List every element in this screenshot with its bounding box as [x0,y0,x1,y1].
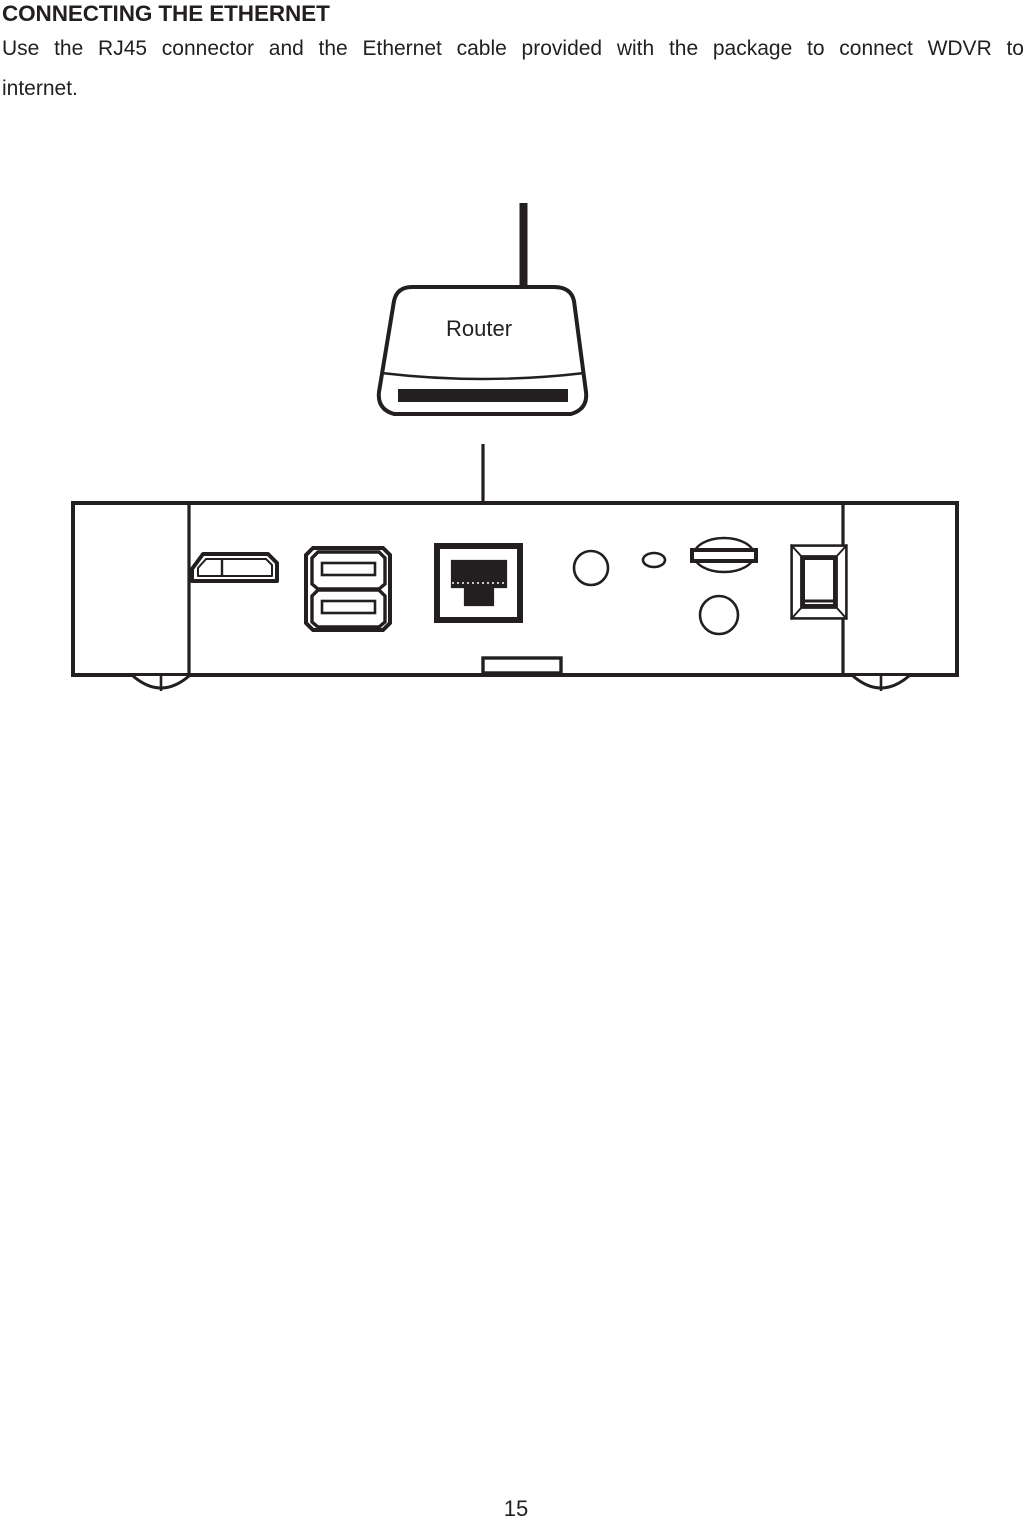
router-label: Router [446,316,513,341]
page-number: 15 [503,1496,529,1521]
av-jack [572,549,610,587]
foot-right [852,674,910,691]
usb-port-group [304,546,392,632]
power-switch[interactable] [789,543,849,621]
foot-left [132,674,190,691]
router-illustration [376,203,589,416]
ethernet-connection-figure: Router [0,0,1032,760]
figure-canvas [71,203,959,691]
hdmi-port [190,552,279,583]
bottom-tab [481,656,563,675]
router-vent-slot [398,389,568,402]
usb-port-lower [310,588,387,629]
antenna-icon [519,203,528,295]
rj45-port [434,543,523,623]
device-rear-panel [71,501,959,691]
indicator-oval [641,551,667,569]
reset-screw [690,536,758,574]
usb-port-upper [310,550,387,591]
dc-jack [698,594,740,636]
